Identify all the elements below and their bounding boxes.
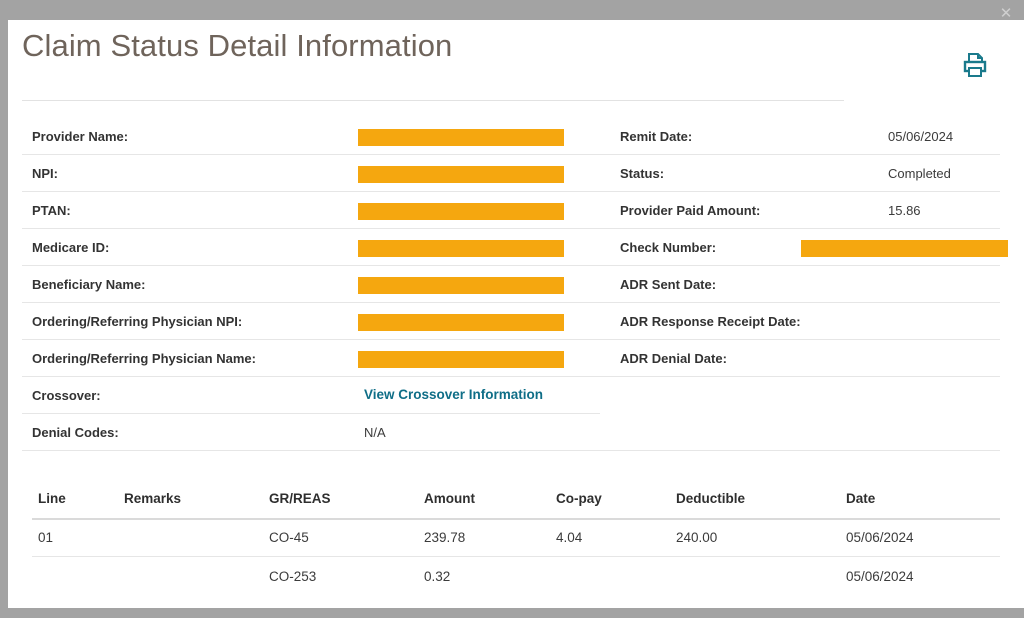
- field-label-status: Status:: [620, 166, 664, 181]
- column-header-line: Line: [38, 491, 66, 506]
- field-label-remit-date: Remit Date:: [620, 129, 692, 144]
- field-label-beneficiary-name: Beneficiary Name:: [32, 277, 145, 292]
- field-label-adr-sent-date: ADR Sent Date:: [620, 277, 716, 292]
- field-label-ptan: PTAN:: [32, 203, 71, 218]
- column-header-date: Date: [846, 491, 875, 506]
- cell-copay: 4.04: [556, 530, 582, 545]
- field-value-denial-codes: N/A: [364, 425, 386, 440]
- detail-row: PTAN: Provider Paid Amount: 15.86: [8, 192, 1024, 229]
- row-divider: [22, 450, 1000, 451]
- field-label-adr-response-receipt-date: ADR Response Receipt Date:: [620, 314, 801, 329]
- redacted-value-ptan: [358, 203, 564, 220]
- column-header-deductible: Deductible: [676, 491, 745, 506]
- redacted-value-ordering-physician-npi: [358, 314, 564, 331]
- claim-status-modal: ✕ Claim Status Detail Information Provid…: [0, 0, 1024, 618]
- field-label-npi: NPI:: [32, 166, 58, 181]
- cell-deductible: 240.00: [676, 530, 717, 545]
- field-value-provider-paid-amount: 15.86: [888, 203, 921, 218]
- table-row: 01 CO-45 239.78 4.04 240.00 05/06/2024: [8, 518, 1024, 557]
- detail-row-crossover: Crossover: View Crossover Information: [8, 377, 1024, 414]
- redacted-value-check-number: [801, 240, 1008, 257]
- redacted-value-provider-name: [358, 129, 564, 146]
- cell-date: 05/06/2024: [846, 569, 914, 584]
- printer-icon: [960, 50, 990, 80]
- cell-amount: 239.78: [424, 530, 465, 545]
- redacted-value-npi: [358, 166, 564, 183]
- cell-gr-reas: CO-45: [269, 530, 309, 545]
- detail-row: Beneficiary Name: ADR Sent Date:: [8, 266, 1024, 303]
- field-value-remit-date: 05/06/2024: [888, 129, 953, 144]
- field-label-medicare-id: Medicare ID:: [32, 240, 109, 255]
- field-value-status: Completed: [888, 166, 951, 181]
- field-label-provider-paid-amount: Provider Paid Amount:: [620, 203, 760, 218]
- field-label-check-number: Check Number:: [620, 240, 716, 255]
- cell-amount: 0.32: [424, 569, 450, 584]
- column-header-remarks: Remarks: [124, 491, 181, 506]
- line-items-table: Line Remarks GR/REAS Amount Co-pay Deduc…: [8, 478, 1024, 596]
- detail-row: Provider Name: Remit Date: 05/06/2024: [8, 118, 1024, 155]
- detail-row: Ordering/Referring Physician Name: ADR D…: [8, 340, 1024, 377]
- detail-row: NPI: Status: Completed: [8, 155, 1024, 192]
- cell-date: 05/06/2024: [846, 530, 914, 545]
- redacted-value-medicare-id: [358, 240, 564, 257]
- modal-panel: Claim Status Detail Information Provider…: [8, 20, 1024, 608]
- view-crossover-information-link[interactable]: View Crossover Information: [364, 387, 543, 402]
- cell-gr-reas: CO-253: [269, 569, 316, 584]
- redacted-value-ordering-physician-name: [358, 351, 564, 368]
- table-row: CO-253 0.32 05/06/2024: [8, 557, 1024, 596]
- detail-section: Provider Name: Remit Date: 05/06/2024 NP…: [8, 118, 1024, 451]
- detail-row-denial-codes: Denial Codes: N/A: [8, 414, 1024, 451]
- header-divider: [22, 100, 844, 101]
- field-label-adr-denial-date: ADR Denial Date:: [620, 351, 727, 366]
- field-label-denial-codes: Denial Codes:: [32, 425, 119, 440]
- field-label-ordering-physician-name: Ordering/Referring Physician Name:: [32, 351, 256, 366]
- table-header-row: Line Remarks GR/REAS Amount Co-pay Deduc…: [8, 478, 1024, 518]
- print-button[interactable]: [960, 50, 990, 80]
- column-header-amount: Amount: [424, 491, 475, 506]
- field-label-ordering-physician-npi: Ordering/Referring Physician NPI:: [32, 314, 242, 329]
- field-label-crossover: Crossover:: [32, 388, 101, 403]
- modal-header: Claim Status Detail Information: [8, 20, 1024, 100]
- column-header-gr-reas: GR/REAS: [269, 491, 331, 506]
- page-title: Claim Status Detail Information: [22, 28, 452, 64]
- detail-row: Medicare ID: Check Number:: [8, 229, 1024, 266]
- redacted-value-beneficiary-name: [358, 277, 564, 294]
- column-header-copay: Co-pay: [556, 491, 602, 506]
- detail-row: Ordering/Referring Physician NPI: ADR Re…: [8, 303, 1024, 340]
- field-label-provider-name: Provider Name:: [32, 129, 128, 144]
- cell-line: 01: [38, 530, 53, 545]
